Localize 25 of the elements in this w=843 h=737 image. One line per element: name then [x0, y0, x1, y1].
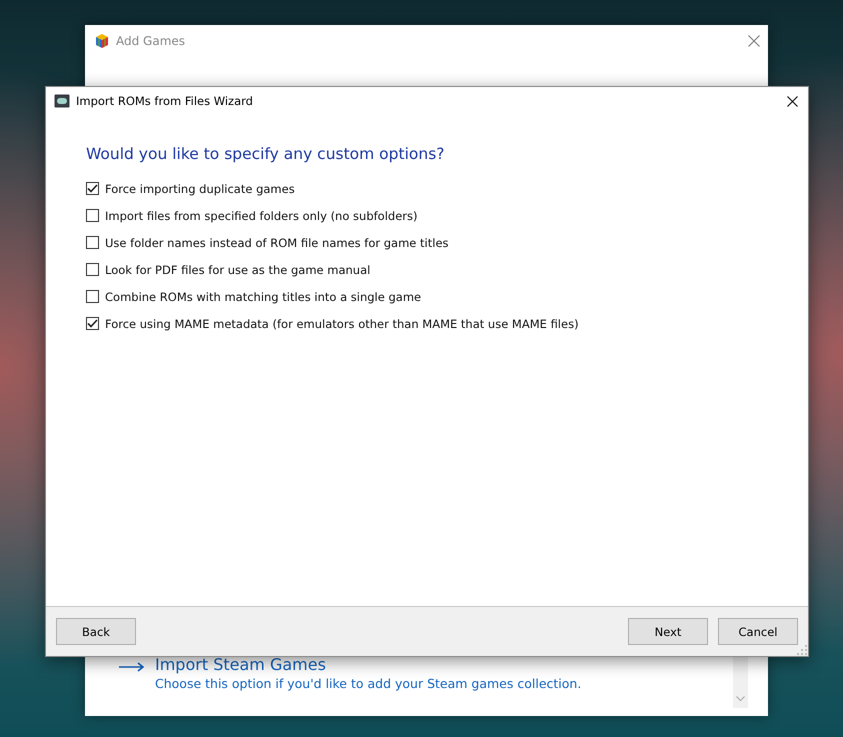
checkbox[interactable]: [86, 182, 99, 195]
option-label[interactable]: Force using MAME metadata (for emulators other than MAME that use MAME files): [105, 316, 579, 330]
option-label[interactable]: Use folder names instead of ROM file names for game titles: [105, 236, 449, 250]
option-label[interactable]: Look for PDF files for use as the game manual: [105, 262, 370, 276]
checkbox[interactable]: [86, 263, 99, 276]
checkbox[interactable]: [86, 209, 99, 222]
arrow-icon: [119, 662, 145, 672]
scrollbar[interactable]: [733, 654, 748, 708]
checkbox[interactable]: [86, 236, 99, 249]
option-title[interactable]: Import Steam Games: [155, 655, 582, 674]
cube-icon: [95, 34, 109, 48]
checkbox[interactable]: [86, 290, 99, 303]
resize-grip-icon[interactable]: [797, 645, 807, 655]
option-label[interactable]: Import files from specified folders only (no subfolders): [105, 208, 418, 222]
wizard-heading: Would you like to specify any custom options?: [86, 145, 446, 163]
option-description: Choose this option if you'd like to add your Steam games collection.: [155, 676, 582, 691]
dialog-title: Import ROMs from Files Wizard: [76, 94, 253, 108]
close-icon[interactable]: [787, 96, 798, 106]
checkbox[interactable]: [86, 317, 99, 330]
option-label[interactable]: Combine ROMs with matching titles into a single game: [105, 290, 422, 304]
option-label[interactable]: Force importing duplicate games: [105, 182, 295, 196]
cancel-button[interactable]: Cancel: [718, 618, 798, 645]
next-button[interactable]: Next: [628, 618, 708, 645]
window-title: Add Games: [116, 34, 186, 48]
back-button[interactable]: Back: [56, 618, 136, 645]
